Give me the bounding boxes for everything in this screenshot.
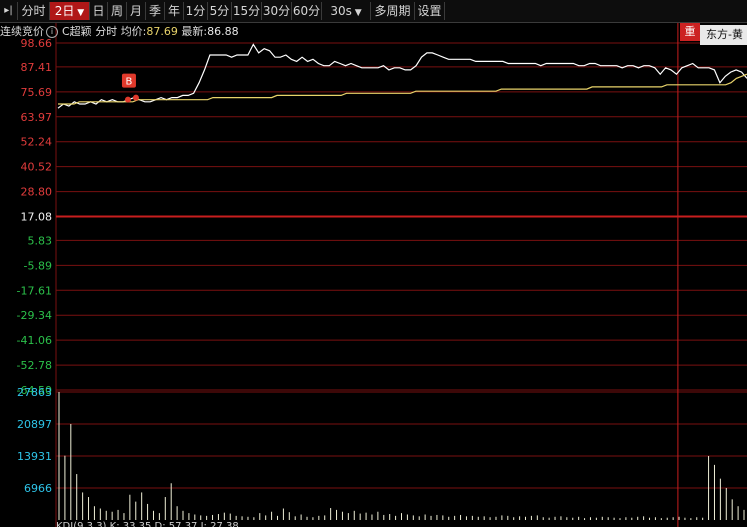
price-line	[57, 43, 747, 109]
auction-label: 连续竞价	[0, 25, 44, 38]
volume-tick-label: 6966	[24, 482, 52, 495]
buy-point-dot	[124, 96, 131, 103]
mode-label: 分时	[95, 25, 118, 38]
price-tick-label: 52.24	[21, 136, 53, 149]
tab-label: 30s	[330, 4, 352, 18]
indicator-legend: KDJ(9,3,3) K: 33.35 D: 57.37 J: 27.38	[56, 521, 239, 527]
avg-value: 87.69	[146, 25, 178, 38]
chart-canvas: 98.6687.4175.6963.9752.2440.5228.8017.08…	[17, 22, 747, 527]
tab-label: 季	[148, 4, 161, 18]
tab-8[interactable]: 5分	[208, 2, 232, 20]
tab-0[interactable]: 分时	[18, 2, 50, 20]
tab-10[interactable]: 30分	[262, 2, 292, 20]
dropdown-arrow-icon: ▼	[74, 8, 85, 18]
volume-tick-label: 27863	[17, 386, 52, 399]
tab-9[interactable]: 15分	[232, 2, 262, 20]
avg-label: 均价:	[120, 25, 147, 38]
tab-label: 60分	[292, 4, 321, 18]
tab-11[interactable]: 60分	[292, 2, 322, 20]
tab-label: 多周期	[374, 4, 411, 18]
tab-6[interactable]: 年	[165, 2, 184, 20]
price-tick-label: 17.08	[21, 211, 53, 224]
important-badge[interactable]: 重	[680, 23, 700, 41]
volume-tick-label: 20897	[17, 418, 52, 431]
tab-label: 日	[92, 4, 105, 18]
tab-label: 设置	[417, 4, 442, 18]
dropdown-arrow-icon: ▼	[351, 8, 362, 18]
chart-title-bar: 连续竞价 i C超颖 分时 均价:87.69 最新:86.88	[0, 23, 239, 41]
buy-point-dot	[132, 94, 139, 101]
last-label: 最新:	[181, 25, 208, 38]
tab-5[interactable]: 季	[146, 2, 165, 20]
tab-2[interactable]: 日	[90, 2, 108, 20]
tab-4[interactable]: 月	[127, 2, 146, 20]
price-tick-label: -41.06	[17, 334, 52, 347]
price-tick-label: -5.89	[24, 259, 52, 272]
stock-name: C超颖	[62, 25, 92, 38]
tab-label: 1分	[185, 4, 206, 18]
price-tick-label: -29.34	[17, 309, 52, 322]
tab-label: 15分	[232, 4, 261, 18]
price-tick-label: -52.78	[17, 359, 52, 372]
collapse-left-icon[interactable]: ▸|	[0, 2, 18, 20]
tab-label: 周	[110, 4, 123, 18]
price-tick-label: -17.61	[17, 284, 52, 297]
last-value: 86.88	[207, 25, 239, 38]
tab-label: 年	[167, 4, 180, 18]
price-tick-label: 75.69	[21, 86, 53, 99]
tab-label: 5分	[209, 4, 230, 18]
buy-marker-label: B	[126, 77, 133, 88]
tab-12[interactable]: 30s ▼	[322, 2, 371, 20]
price-tick-label: 40.52	[21, 161, 53, 174]
tab-label: 分时	[21, 4, 46, 18]
price-tick-label: 63.97	[21, 111, 53, 124]
period-toolbar: ▸| 分时 2日 ▼ 日周月季年 1分 5分 15分 30分 60分 30s ▼ 多周期 设置	[0, 0, 747, 23]
tab-label: 2日	[54, 4, 75, 18]
avg-price-line	[58, 73, 747, 105]
tab-label: 月	[129, 4, 142, 18]
tab-13[interactable]: 多周期	[371, 2, 415, 20]
price-tick-label: 28.80	[21, 186, 53, 199]
info-icon[interactable]: i	[46, 26, 58, 38]
tab-7[interactable]: 1分	[184, 2, 208, 20]
stock-tag[interactable]: 东方-黄	[700, 25, 747, 45]
price-tick-label: 87.41	[21, 61, 53, 74]
volume-tick-label: 13931	[17, 450, 52, 463]
tab-label: 30分	[262, 4, 291, 18]
tab-3[interactable]: 周	[108, 2, 127, 20]
tab-1[interactable]: 2日 ▼	[50, 2, 90, 20]
price-tick-label: 5.83	[28, 234, 53, 247]
tab-14[interactable]: 设置	[415, 2, 445, 20]
